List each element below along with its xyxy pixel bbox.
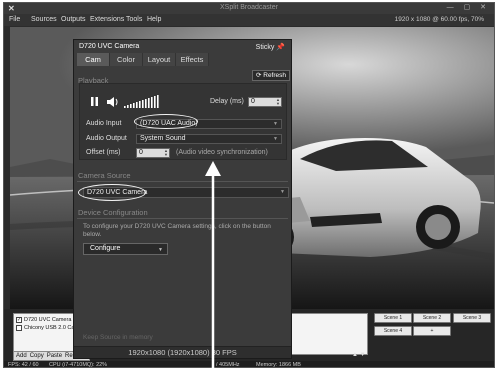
dialog-tabs: Cam Color Layout Effects <box>77 53 209 66</box>
window-title: XSplit Broadcaster <box>220 4 278 11</box>
menu-sources[interactable]: Sources <box>31 16 57 23</box>
source-checkbox[interactable]: ✓ <box>16 317 22 323</box>
camera-source-section-label: Camera Source <box>78 171 131 180</box>
add-scene-button[interactable]: + <box>413 326 451 336</box>
status-gpu: / 405MHz <box>216 362 240 368</box>
tab-effects[interactable]: Effects <box>176 53 209 66</box>
volume-meter[interactable] <box>124 95 159 108</box>
chevron-down-icon: ▼ <box>273 121 278 127</box>
status-cpu: CPU (i7-4710MQ): 22% <box>49 362 108 368</box>
delay-input[interactable]: 0 ▲ ▼ <box>248 97 282 107</box>
chevron-down-icon: ▼ <box>158 247 163 253</box>
pause-icon-bar-right[interactable] <box>95 97 99 106</box>
scene-3-button[interactable]: Scene 3 <box>453 313 491 323</box>
camera-source-highlight-ellipse <box>78 184 146 201</box>
paste-source-button[interactable]: Paste <box>47 353 62 359</box>
menu-outputs[interactable]: Outputs <box>61 16 86 23</box>
chevron-down-icon: ▼ <box>280 189 285 195</box>
sticky-label: Sticky <box>255 44 275 51</box>
delay-label: Delay (ms) <box>210 98 244 105</box>
configure-button[interactable]: Configure ▼ <box>83 243 168 255</box>
source-label: D720 UVC Camera <box>24 317 72 323</box>
dialog-footer: 1920x1080 (1920x1080) 30 FPS <box>74 346 291 358</box>
pin-icon[interactable]: 📌 <box>276 44 285 51</box>
add-source-button[interactable]: Add <box>16 353 27 359</box>
delay-value: 0 <box>251 98 255 105</box>
keep-in-memory-option[interactable]: Keep Source in memory <box>83 334 153 341</box>
offset-input[interactable]: 0 ▲ ▼ <box>136 148 170 158</box>
menu-bar: File Sources Outputs Extensions Tools He… <box>4 14 494 26</box>
sticky-toggle[interactable]: Sticky 📌 <box>256 43 285 51</box>
source-checkbox[interactable] <box>16 325 22 331</box>
device-config-section-label: Device Configuration <box>78 208 148 217</box>
dialog-title: D720 UVC Camera <box>79 43 140 50</box>
audio-input-label: Audio Input <box>86 120 122 127</box>
footer-resolution: 1920x1080 (1920x1080) <box>128 348 210 357</box>
offset-spinner-icon[interactable]: ▲ ▼ <box>164 149 168 157</box>
audio-output-label: Audio Output <box>86 135 127 142</box>
footer-fps: 30 FPS <box>211 348 237 357</box>
title-bar: ✕ XSplit Broadcaster — ▢ ✕ <box>4 3 494 14</box>
menu-tools[interactable]: Tools <box>126 16 142 23</box>
audio-output-value: System Sound <box>140 135 186 142</box>
scene-2-button[interactable]: Scene 2 <box>413 313 451 323</box>
menu-extensions[interactable]: Extensions <box>90 16 124 23</box>
speaker-icon[interactable] <box>107 97 118 107</box>
status-fps: FPS: 42 / 60 <box>8 362 39 368</box>
camera-source-divider <box>77 181 288 182</box>
menu-help[interactable]: Help <box>147 16 161 23</box>
device-config-description: To configure your D720 UVC Camera settin… <box>83 223 271 238</box>
copy-source-button[interactable]: Copy <box>30 353 44 359</box>
tab-color[interactable]: Color <box>110 53 143 66</box>
scene-4-button[interactable]: Scene 4 <box>374 326 412 336</box>
sources-scroll-arrows[interactable]: ▲ ▼ <box>352 352 366 358</box>
refresh-icon: ⟳ <box>255 72 262 79</box>
tab-layout[interactable]: Layout <box>143 53 176 66</box>
pause-icon-bar-left[interactable] <box>91 97 94 106</box>
chevron-down-icon: ▼ <box>273 136 278 142</box>
offset-label: Offset (ms) <box>86 149 121 156</box>
audio-input-highlight-ellipse <box>134 114 198 129</box>
menu-file[interactable]: File <box>9 16 20 23</box>
refresh-label: Refresh <box>263 72 287 79</box>
source-properties-dialog: D720 UVC Camera Sticky 📌 Cam Color Layou… <box>73 39 292 359</box>
configure-label: Configure <box>90 245 121 252</box>
list-item[interactable]: ✓ D720 UVC Camera <box>16 316 71 324</box>
refresh-button[interactable]: ⟳ Refresh <box>252 70 290 81</box>
window-controls[interactable]: — ▢ ✕ <box>447 3 490 11</box>
scene-1-button[interactable]: Scene 1 <box>374 313 412 323</box>
status-memory: Memory: 1866 MB <box>256 362 301 368</box>
status-bar: FPS: 42 / 60 CPU (i7-4710MQ): 22% / 405M… <box>4 361 494 368</box>
tab-cam[interactable]: Cam <box>77 53 110 66</box>
audio-output-select[interactable]: System Sound ▼ <box>136 134 282 144</box>
offset-hint: (Audio video synchronization) <box>176 149 268 156</box>
device-config-divider <box>77 218 288 219</box>
resolution-indicator[interactable]: 1920 x 1080 @ 60.00 fps, 70% <box>395 16 484 23</box>
playback-controls <box>91 95 159 108</box>
offset-value: 0 <box>139 149 143 156</box>
delay-spinner-icon[interactable]: ▲ ▼ <box>276 98 280 106</box>
